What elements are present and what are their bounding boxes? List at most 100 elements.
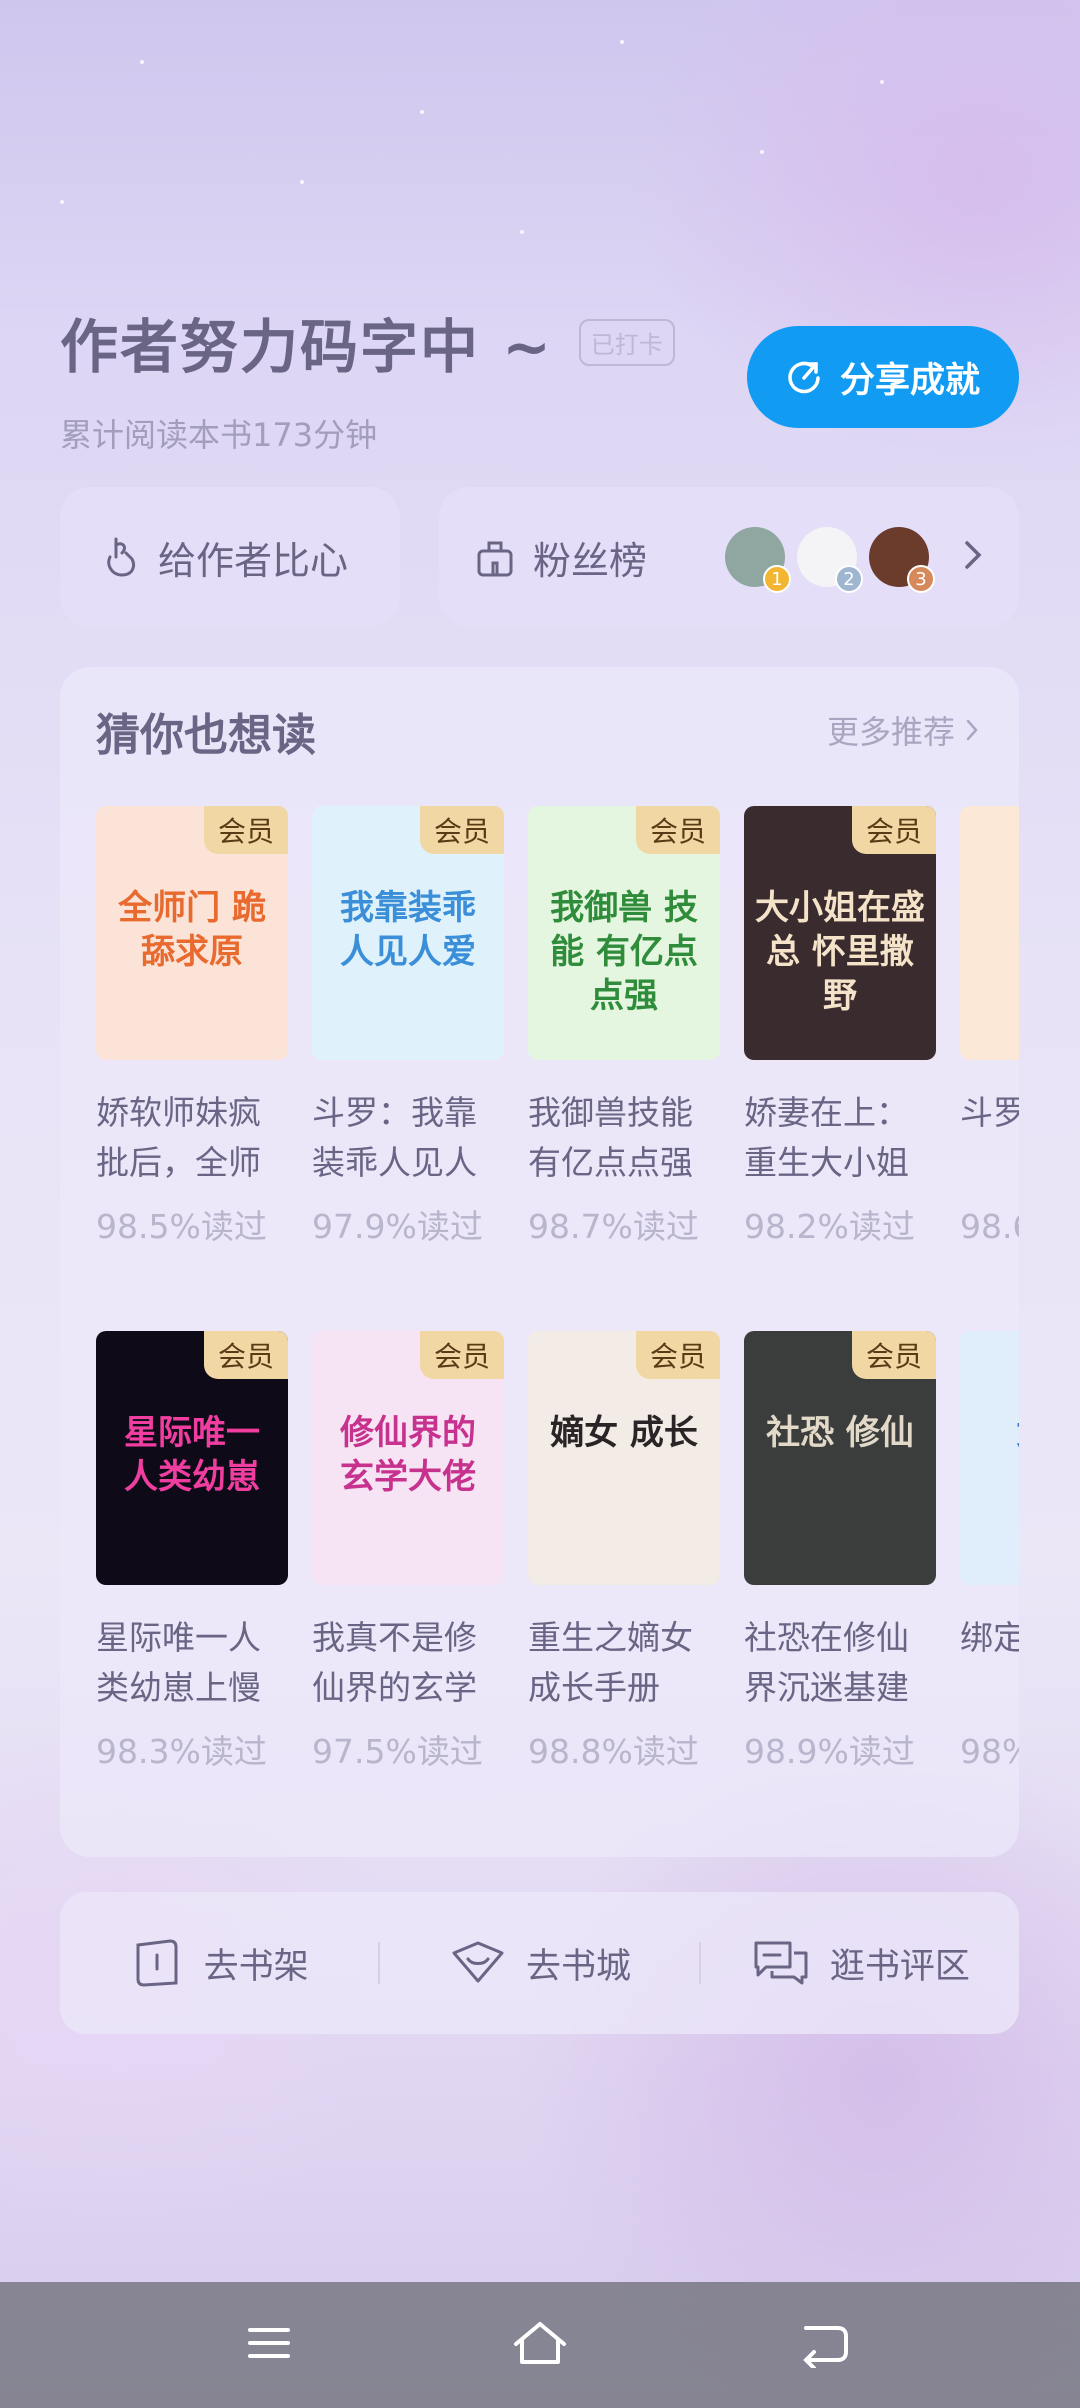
read-rate: 98.8%读过 <box>528 1732 699 1771</box>
go-bookstore-label: 去书城 <box>525 1946 631 1987</box>
heart-author-button[interactable]: 给作者比心 <box>60 487 400 627</box>
book-row-1: 全师门 跪舔求原 会员娇软师妹疯批后，全师 98.5%读过 我靠装乖 人见人爱 会员斗罗… <box>96 806 1019 1248</box>
bookstore-icon <box>452 1941 504 1983</box>
vip-badge: 会员 <box>419 806 504 854</box>
share-achievement-button[interactable]: 分享成就 <box>747 326 1019 428</box>
vip-badge: 会员 <box>203 1331 288 1379</box>
book-title: 星际唯一人类幼崽上慢 <box>96 1618 261 1707</box>
book-title: 我真不是修仙界的玄学 <box>312 1618 477 1707</box>
chevron-right-icon <box>966 719 978 741</box>
cover-text: 修仙界的 玄学大佬 <box>340 1413 476 1497</box>
read-rate: 98%读过 <box>960 1732 1019 1771</box>
book-cover: 全师门 跪舔求原 会员 <box>96 806 288 1060</box>
rank-badge: 1 <box>763 565 791 593</box>
rank-badge: 2 <box>835 565 863 593</box>
book-title: 社恐在修仙界沉迷基建 <box>744 1618 909 1707</box>
book-cover: 社恐 修仙 会员 <box>744 1331 936 1585</box>
go-bookshelf-label: 去书架 <box>203 1946 309 1987</box>
book-card[interactable]: 嫡女 成长 会员重生之嫡女成长手册 98.8%读过 <box>528 1331 720 1773</box>
book-cover: 嫡女 成长 会员 <box>528 1331 720 1585</box>
read-rate: 98.5%读过 <box>96 1207 267 1246</box>
rank-badge: 3 <box>907 565 935 593</box>
read-rate: 97.5%读过 <box>312 1732 483 1771</box>
book-card[interactable]: 玩会员斗罗三妹 98.6%读过 <box>960 806 1019 1248</box>
book-cover: 女 修会员 <box>960 1331 1019 1585</box>
checkin-badge: 已打卡 <box>578 318 675 366</box>
vip-badge: 会员 <box>419 1331 504 1379</box>
vip-badge: 会员 <box>635 1331 720 1379</box>
heart-author-label: 给作者比心 <box>158 538 349 583</box>
book-cover: 我御兽 技能 有亿点点强 会员 <box>528 806 720 1060</box>
avatar: 2 <box>797 527 863 593</box>
vip-badge: 会员 <box>851 806 936 854</box>
book-row-2: 星际唯一 人类幼崽 会员星际唯一人类幼崽上慢 98.3%读过 修仙界的 玄学大佬 会员我… <box>96 1331 1019 1773</box>
read-rate: 98.7%读过 <box>528 1207 699 1246</box>
fans-ranking-label: 粉丝榜 <box>533 538 648 583</box>
completion-header: 作者努力码字中 ~ 已打卡 累计阅读本书173分钟 <box>60 300 675 456</box>
home-icon[interactable] <box>510 2318 570 2368</box>
bottom-action-bar: 去书架 去书城 逛书评区 <box>60 1892 1019 2034</box>
book-card[interactable]: 修仙界的 玄学大佬 会员我真不是修仙界的玄学 97.5%读过 <box>312 1331 504 1773</box>
vip-badge: 会员 <box>851 1331 936 1379</box>
book-title: 娇妻在上：重生大小姐 <box>744 1093 909 1182</box>
book-title: 我御兽技能有亿点点强 <box>528 1093 693 1182</box>
book-title: 重生之嫡女成长手册 <box>528 1618 693 1707</box>
book-card[interactable]: 女 修会员绑定女配 98%读过 <box>960 1331 1019 1773</box>
more-recommend-link[interactable]: 更多推荐 <box>827 707 979 753</box>
system-nav-bar <box>0 2282 1080 2408</box>
avatar: 1 <box>725 527 791 593</box>
vip-badge: 会员 <box>203 806 288 854</box>
book-cover: 我靠装乖 人见人爱 会员 <box>312 806 504 1060</box>
read-rate: 98.3%读过 <box>96 1732 267 1771</box>
book-card[interactable]: 大小姐在盛总 怀里撒野 会员娇妻在上：重生大小姐 98.2%读过 <box>744 806 936 1248</box>
book-comments-button[interactable]: 逛书评区 <box>701 1935 1019 1991</box>
cover-text: 嫡女 成长 <box>550 1413 698 1453</box>
menu-icon[interactable] <box>244 2318 294 2368</box>
cover-text: 全师门 跪舔求原 <box>118 888 266 972</box>
cover-text: 星际唯一 人类幼崽 <box>124 1413 260 1497</box>
avatar: 3 <box>869 527 935 593</box>
cover-text: 大小姐在盛总 怀里撒野 <box>755 888 925 1016</box>
read-rate: 98.9%读过 <box>744 1732 915 1771</box>
heart-hand-icon <box>107 537 136 577</box>
book-cover: 大小姐在盛总 怀里撒野 会员 <box>744 806 936 1060</box>
book-title: 斗罗三妹 <box>960 1093 1019 1132</box>
cover-text: 女 修 <box>968 1411 1019 1455</box>
fans-ranking-button[interactable]: 粉丝榜 1 2 3 <box>439 487 1019 627</box>
recommend-panel: 猜你也想读 更多推荐 全师门 跪舔求原 会员 娇软师妹疯批后，全师 98.5%读过 我靠… <box>60 667 1019 1857</box>
comments-icon <box>754 1941 808 1985</box>
read-rate: 98.2%读过 <box>744 1207 915 1246</box>
book-title: 斗罗：我靠装乖人见人 <box>312 1093 477 1182</box>
book-comments-label: 逛书评区 <box>829 1946 970 1987</box>
go-bookshelf-button[interactable]: 去书架 <box>60 1935 378 1991</box>
trophy-icon <box>477 541 513 577</box>
book-title: 绑定女配 <box>960 1618 1019 1657</box>
back-icon[interactable] <box>798 2318 852 2368</box>
book-cover: 修仙界的 玄学大佬 会员 <box>312 1331 504 1585</box>
book-cover: 玩会员 <box>960 806 1019 1060</box>
book-title: 娇软师妹疯批后，全师 <box>96 1093 261 1182</box>
book-card[interactable]: 我御兽 技能 有亿点点强 会员我御兽技能有亿点点强 98.7%读过 <box>528 806 720 1248</box>
bookshelf-icon <box>136 1939 178 1987</box>
book-card[interactable]: 全师门 跪舔求原 会员娇软师妹疯批后，全师 98.5%读过 <box>96 806 288 1248</box>
book-cover: 星际唯一 人类幼崽 会员 <box>96 1331 288 1585</box>
reading-time-text: 累计阅读本书173分钟 <box>60 416 378 454</box>
cover-text: 社恐 修仙 <box>766 1413 914 1453</box>
cover-text: 我御兽 技能 有亿点点强 <box>550 888 698 1016</box>
read-rate: 97.9%读过 <box>312 1207 483 1246</box>
cover-text: 玩 <box>968 886 1019 930</box>
vip-badge: 会员 <box>635 806 720 854</box>
book-card[interactable]: 社恐 修仙 会员社恐在修仙界沉迷基建 98.9%读过 <box>744 1331 936 1773</box>
fan-avatars: 1 2 3 <box>725 527 941 593</box>
page-title: 作者努力码字中 ~ <box>60 313 553 381</box>
cover-text: 我靠装乖 人见人爱 <box>340 888 476 972</box>
go-bookstore-button[interactable]: 去书城 <box>380 1935 698 1991</box>
share-icon <box>788 361 820 394</box>
read-rate: 98.6%读过 <box>960 1207 1019 1246</box>
book-card[interactable]: 我靠装乖 人见人爱 会员斗罗：我靠装乖人见人 97.9%读过 <box>312 806 504 1248</box>
recommend-title: 猜你也想读 <box>96 710 316 761</box>
more-recommend-label: 更多推荐 <box>826 713 955 751</box>
share-button-label: 分享成就 <box>839 360 980 401</box>
chevron-right-icon <box>965 541 982 569</box>
book-card[interactable]: 星际唯一 人类幼崽 会员星际唯一人类幼崽上慢 98.3%读过 <box>96 1331 288 1773</box>
